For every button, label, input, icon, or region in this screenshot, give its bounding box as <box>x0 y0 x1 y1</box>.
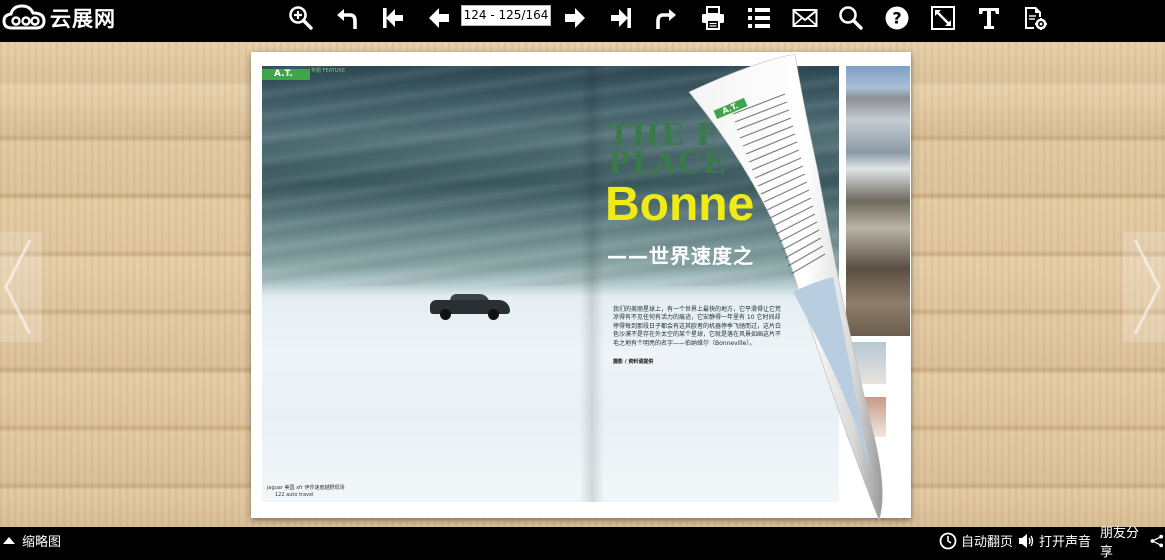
page-curl[interactable] <box>683 52 913 522</box>
email-icon <box>792 9 818 27</box>
speaker-icon <box>1019 533 1034 548</box>
next-page-icon <box>565 8 585 28</box>
photo-credit: 摄影 / 资料请提供 <box>613 359 654 365</box>
page-footer-number: 122 auto travel <box>275 492 314 498</box>
chevron-right-icon <box>1133 239 1161 335</box>
prev-page-icon <box>429 8 449 28</box>
logo[interactable]: 云展网 <box>2 3 116 33</box>
email-button[interactable] <box>790 4 820 32</box>
next-page-side-button[interactable] <box>1123 232 1165 342</box>
triangle-up-icon <box>3 536 15 544</box>
last-page-icon <box>611 8 631 28</box>
autoflip-label: 自动翻页 <box>961 535 1014 550</box>
first-page-icon <box>383 8 403 28</box>
help-icon: ? <box>885 6 909 30</box>
chevron-left-icon <box>4 239 32 335</box>
zoom-in-button[interactable] <box>286 4 316 32</box>
sound-button[interactable]: 打开声音 <box>1017 527 1091 554</box>
svg-text:?: ? <box>892 9 901 28</box>
book-spine <box>580 66 604 502</box>
search-icon <box>839 6 863 30</box>
logo-text: 云展网 <box>50 7 116 31</box>
thumbnail-label: 缩略图 <box>22 535 62 550</box>
page-indicator[interactable]: 124 - 125/164 <box>461 5 551 26</box>
next-page-button[interactable] <box>560 4 590 32</box>
help-button[interactable]: ? <box>882 4 912 32</box>
first-page-button[interactable] <box>378 4 408 32</box>
table-of-contents-button[interactable] <box>744 4 774 32</box>
share-button[interactable]: 朋友分享 <box>1100 526 1165 560</box>
prev-page-side-button[interactable] <box>0 232 42 342</box>
sound-label: 打开声音 <box>1039 535 1092 550</box>
last-page-button[interactable] <box>606 4 636 32</box>
race-car-image <box>430 294 510 320</box>
undo-button[interactable] <box>332 4 362 32</box>
magazine-spread[interactable]: A.T. 专题 FEATURE THE F PLACE Bonne ——世界速度… <box>251 52 911 521</box>
page-footer-caption: jaguar 美国 xfr 伊莎速度越野现场 <box>267 485 345 491</box>
share-icon <box>1150 534 1164 547</box>
fullscreen-button[interactable] <box>928 4 958 32</box>
cloud-logo-icon <box>2 4 46 32</box>
redo-icon <box>656 9 676 29</box>
text-button[interactable] <box>974 4 1004 32</box>
print-icon <box>702 6 724 30</box>
table-of-contents-icon <box>748 8 770 28</box>
prev-page-button[interactable] <box>424 4 454 32</box>
section-tag: A.T. <box>262 69 310 80</box>
top-toolbar: 云展网 124 - 125/164 ? <box>0 0 1165 42</box>
fullscreen-icon <box>931 6 955 30</box>
wood-background: A.T. 专题 FEATURE THE F PLACE Bonne ——世界速度… <box>0 42 1165 527</box>
thumbnail-button[interactable]: 缩略图 <box>0 527 61 554</box>
settings-button[interactable] <box>1020 4 1050 32</box>
redo-button[interactable] <box>651 4 681 32</box>
settings-icon <box>1025 7 1047 30</box>
clock-icon <box>939 532 957 549</box>
undo-icon <box>337 9 357 29</box>
section-subtitle: 专题 FEATURE <box>311 68 346 74</box>
print-button[interactable] <box>698 4 728 32</box>
search-button[interactable] <box>836 4 866 32</box>
autoflip-button[interactable]: 自动翻页 <box>939 527 1013 554</box>
text-icon <box>979 8 999 29</box>
zoom-in-icon <box>289 6 313 30</box>
bottom-toolbar: 缩略图 自动翻页 打开声音 朋友分享 <box>0 526 1165 560</box>
